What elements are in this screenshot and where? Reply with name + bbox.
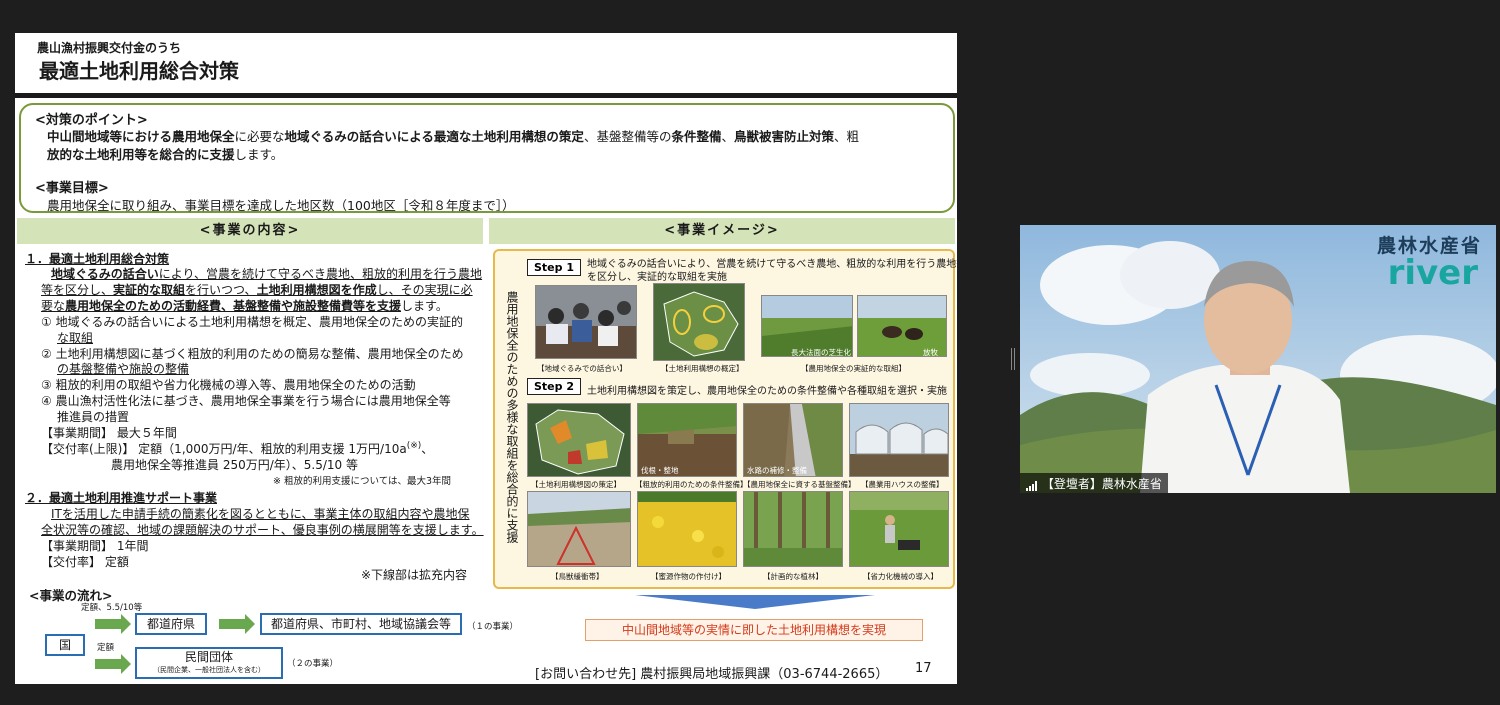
caption-wildlife-buffer: 【鳥獣緩衝帯】: [551, 572, 604, 581]
goal-heading: <事業目標>: [35, 181, 109, 196]
caption-greenhouse: 【農業用ハウスの整備】: [861, 480, 944, 489]
river-brand-logo: river: [1387, 253, 1478, 293]
step-2-label: Step 2: [527, 378, 581, 395]
content-2-line-1: ITを活用した申請手続の簡素化を図るとともに、事業主体の取組内容や農地保: [51, 507, 470, 521]
splitter-handle[interactable]: [1011, 348, 1015, 370]
flow-arrow-3: [95, 654, 131, 674]
caption-demonstration: 【農用地保全の実証的な取組】: [801, 364, 906, 373]
flow-prefecture: 都道府県: [135, 613, 207, 635]
slide-title: 最適土地利用総合対策: [39, 59, 239, 83]
flow-private: 民間団体: [184, 650, 233, 664]
content-1-item-2b: の基盤整備や施設の整備: [57, 362, 190, 376]
caption-labor-saving-machine: 【省力化機械の導入】: [863, 572, 938, 581]
content-2-heading: ２．最適土地利用推進サポート事業: [25, 491, 218, 505]
content-1-item-1b: な取組: [57, 331, 94, 345]
caption-landuse-plan: 【土地利用構想の概定】: [661, 364, 744, 373]
photo-landuse-map: [527, 403, 631, 477]
caption-waterway: 【農用地保全に資する基盤整備】: [743, 480, 856, 489]
step-1-text-b: を区分し、実証的な取組を実施: [587, 272, 727, 283]
vertical-caption: 農用地保全のための多様な取組を総合的に支援: [505, 291, 519, 543]
content-2-period: 【事業期間】 1年間: [41, 539, 149, 553]
label-waterway: 水路の補修・整備: [747, 466, 807, 475]
flow-project-2: （２の事業）: [287, 659, 339, 669]
flow-kuni: 国: [45, 634, 85, 656]
flow-project-1: （１の事業）: [467, 622, 519, 632]
title-rule: [15, 93, 957, 98]
point-line-2: 放的な土地利用等を総合的に支援します。: [47, 147, 284, 162]
content-1-period: 【事業期間】 最大５年間: [41, 426, 177, 440]
content-1-line-2: 等を区分し、実証的な取組を行いつつ、土地利用構想図を作成し、その実現に必: [41, 283, 473, 297]
flow-private-box: 民間団体 （民間企業、一般社団法人を含む）: [135, 647, 283, 679]
point-box: <対策のポイント> 中山間地域等における農用地保全に必要な地域ぐるみの話合いによ…: [19, 103, 955, 213]
caption-clearing: 【粗放的利用のための条件整備】: [635, 480, 748, 489]
realize-banner: 中山間地域等の実情に即した土地利用構想を実現: [585, 619, 923, 641]
image-header-bar: <事業イメージ>: [489, 218, 955, 244]
flow-municipal: 都道府県、市町村、地域協議会等: [260, 613, 462, 635]
content-1-line-3: 要な農用地保全のための活動経費、基盤整備や施設整備費等を支援します。: [41, 299, 448, 313]
caption-landuse-map: 【土地利用構想図の策定】: [531, 480, 621, 489]
label-grazing: 放牧: [923, 348, 938, 357]
photo-nectar-crops: [637, 491, 737, 567]
photo-landuse-plan: [653, 283, 745, 361]
participant-name: 【登壇者】農林水産省: [1041, 477, 1162, 491]
flow-rate-bottom: 定額: [97, 643, 115, 653]
contact-info: [お問い合わせ先] 農村振興局地域振興課（03-6744-2665）: [535, 667, 889, 682]
signal-icon: [1026, 480, 1038, 491]
caption-community-meeting: 【地域ぐるみでの話合い】: [537, 364, 627, 373]
flow-arrow-2: [219, 614, 255, 634]
slide-subtitle: 農山漁村振興交付金のうち: [37, 41, 182, 55]
content-1-item-3: ③ 粗放的利用の取組や省力化機械の導入等、農用地保全のための活動: [41, 378, 416, 392]
caption-nectar-crops: 【蜜源作物の作付け】: [651, 572, 726, 581]
content-2-rate: 【交付率】 定額: [41, 555, 129, 569]
content-2-line-2: 全状況等の確認、地域の課題解決のサポート、優良事例の横展開等を支援します。: [41, 523, 484, 537]
label-turf-slope: 長大法面の芝生化: [791, 348, 851, 357]
result-arrow: [635, 595, 875, 609]
photo-afforestation: [743, 491, 843, 567]
goal-text: 農用地保全に取り組み、事業目標を達成した地区数（100地区［令和８年度まで］）: [47, 198, 515, 213]
photo-community-meeting: [535, 285, 637, 359]
flow-private-sub: （民間企業、一般社団法人を含む）: [153, 666, 265, 674]
step-2-text: 土地利用構想図を策定し、農用地保全のための条件整備や各種取組を選択・実施: [587, 386, 947, 397]
content-1-rate-2: 農用地保全等推進員 250万円/年）、5.5/10 等: [111, 458, 358, 472]
content-1-rate-1: 【交付率(上限)】 定額（1,000万円/年、粗放的利用支援 1万円/10a(※…: [41, 441, 434, 456]
caption-afforestation: 【計画的な植林】: [763, 572, 823, 581]
point-line-1: 中山間地域等における農用地保全に必要な地域ぐるみの話合いによる最適な土地利用構想…: [47, 129, 860, 144]
flow-arrow-1: [95, 614, 131, 634]
photo-wildlife-buffer: [527, 491, 631, 567]
page-number: 17: [915, 661, 932, 676]
content-1-item-1a: ① 地域ぐるみの話合いによる土地利用構想を概定、農用地保全のための実証的: [41, 315, 463, 329]
label-clearing: 伐根・整地: [641, 466, 679, 475]
step-1-label: Step 1: [527, 259, 581, 276]
photo-greenhouse: [849, 403, 949, 477]
screen: 農山漁村振興交付金のうち 最適土地利用総合対策 <対策のポイント> 中山間地域等…: [0, 0, 1500, 705]
content-1-item-4a: ④ 農山漁村活性化法に基づき、農用地保全事業を行う場合には農用地保全等: [41, 394, 451, 408]
photo-labor-saving-machine: [849, 491, 949, 567]
content-1-note: ※ 粗放的利用支援については、最大3年間: [273, 476, 452, 487]
expansion-note: ※下線部は拡充内容: [361, 568, 468, 582]
content-header-bar: <事業の内容>: [17, 218, 483, 244]
speaker-video-tile[interactable]: 農林水産省 river 【登壇者】農林水産省: [1020, 225, 1496, 493]
content-1-item-4b: 推進員の措置: [57, 410, 130, 424]
flow-rate-top: 定額、5.5/10等: [81, 603, 143, 613]
shared-slide: 農山漁村振興交付金のうち 最適土地利用総合対策 <対策のポイント> 中山間地域等…: [15, 33, 957, 684]
content-1-line-1: 地域ぐるみの話合いにより、営農を続けて守るべき農地、粗放的利用を行う農地: [51, 267, 483, 281]
participant-name-tag: 【登壇者】農林水産省: [1020, 473, 1168, 493]
